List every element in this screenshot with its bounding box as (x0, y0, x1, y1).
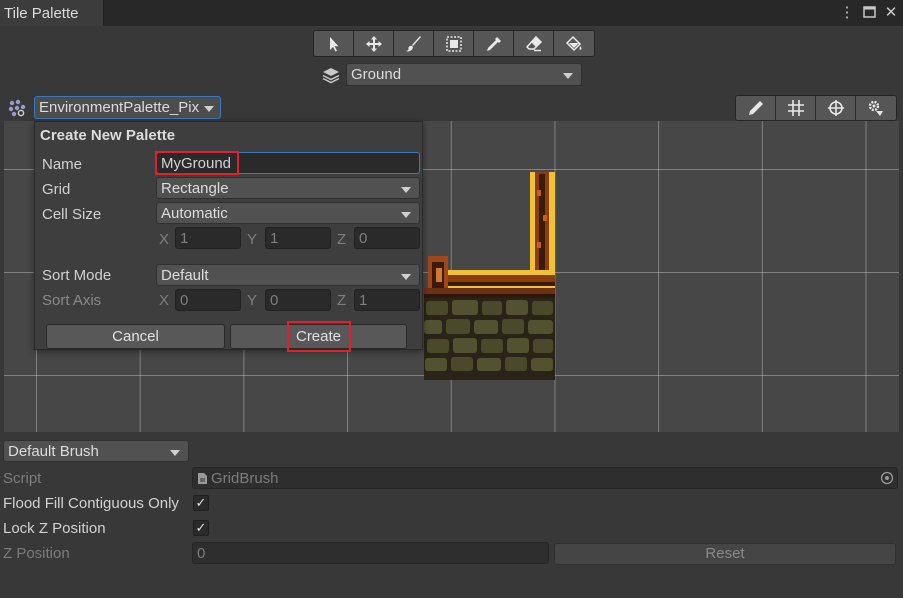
sort-x-field: 0 (175, 289, 241, 311)
palette-value: EnvironmentPalette_Pix (39, 99, 200, 116)
sort-mode-value: Default (161, 267, 209, 284)
cell-y-value: 1 (270, 230, 279, 247)
reset-button[interactable]: Reset (554, 543, 896, 565)
sort-mode-label: Sort Mode (42, 267, 112, 284)
grid-label: Grid (42, 181, 71, 198)
active-tilemap-dropdown[interactable]: Ground (346, 63, 582, 86)
sort-z-field: 1 (354, 289, 420, 311)
brush-value: Default Brush (8, 443, 99, 460)
name-label: Name (42, 156, 83, 173)
script-field[interactable]: GridBrush (192, 467, 898, 489)
settings-icon[interactable] (856, 96, 896, 120)
name-highlight (155, 151, 239, 175)
cell-z-field: 0 (354, 227, 420, 249)
active-tilemap-value: Ground (351, 66, 402, 83)
cell-x-field: 1 (175, 227, 241, 249)
eraser-icon[interactable] (514, 31, 554, 56)
chevron-down-icon (401, 212, 411, 218)
script-label: Script (3, 470, 42, 487)
sort-mode-dropdown[interactable]: Default (156, 264, 420, 286)
tab-title: Tile Palette (4, 5, 79, 22)
cell-size-dropdown[interactable]: Automatic (156, 202, 420, 224)
sort-axis-label: Sort Axis (42, 292, 102, 309)
move-tool-icon[interactable] (354, 31, 394, 56)
chevron-down-icon (170, 450, 180, 456)
cancel-button[interactable]: Cancel (46, 324, 225, 349)
cell-x-axis-label: X (159, 231, 170, 248)
flood-fill-label: Flood Fill Contiguous Only (3, 495, 179, 512)
sort-x-axis-label: X (159, 292, 170, 309)
script-file-icon (197, 472, 208, 489)
close-icon[interactable]: ✕ (883, 3, 899, 21)
z-position-value: 0 (197, 545, 206, 562)
create-highlight (287, 321, 351, 352)
object-picker-icon[interactable] (880, 471, 894, 489)
chevron-down-icon (401, 274, 411, 280)
title-bar: Tile Palette ⋮ ✕ (0, 0, 903, 26)
more-icon[interactable]: ⋮ (839, 3, 855, 21)
sort-z-value: 1 (359, 292, 368, 309)
tilemap-layer-icon (322, 66, 340, 84)
brush-inspector: Default Brush Script GridBrush Flood Fil… (0, 432, 903, 598)
tool-strip (313, 30, 595, 57)
select-tool-icon[interactable] (314, 31, 354, 56)
lock-z-label: Lock Z Position (3, 520, 106, 537)
palette-edit-tools (735, 95, 897, 121)
sort-x-value: 0 (180, 292, 189, 309)
picker-icon[interactable] (474, 31, 514, 56)
brush-dropdown[interactable]: Default Brush (3, 440, 189, 462)
window-controls: ⋮ ✕ (839, 3, 899, 21)
chevron-down-icon (401, 187, 411, 193)
grid-value: Rectangle (161, 180, 229, 197)
grid-dropdown[interactable]: Rectangle (156, 177, 420, 199)
cell-z-value: 0 (359, 230, 368, 247)
z-position-field: 0 (192, 542, 549, 564)
tile-artwork (422, 170, 557, 380)
maximize-icon[interactable] (861, 3, 877, 21)
flood-fill-checkbox[interactable]: ✓ (193, 495, 209, 511)
grid-icon[interactable] (776, 96, 816, 120)
gizmo-icon[interactable] (816, 96, 856, 120)
popup-title: Create New Palette (40, 127, 176, 144)
palette-icon (7, 98, 27, 118)
script-value: GridBrush (211, 470, 279, 487)
cell-y-field: 1 (265, 227, 331, 249)
paint-brush-icon[interactable] (394, 31, 434, 56)
chevron-down-icon (563, 73, 573, 79)
flood-fill-icon[interactable] (554, 31, 594, 56)
tile-palette-tab[interactable]: Tile Palette (0, 0, 104, 26)
sort-y-value: 0 (270, 292, 279, 309)
create-palette-popup: Create New Palette Name MyGround Grid Re… (34, 121, 423, 352)
cell-size-value: Automatic (161, 205, 228, 222)
edit-pencil-icon[interactable] (736, 96, 776, 120)
cell-z-axis-label: Z (337, 231, 347, 248)
sort-y-field: 0 (265, 289, 331, 311)
box-fill-icon[interactable] (434, 31, 474, 56)
lock-z-checkbox[interactable]: ✓ (193, 520, 209, 536)
sort-y-axis-label: Y (247, 292, 258, 309)
palette-dropdown[interactable]: EnvironmentPalette_Pix (34, 96, 221, 119)
chevron-down-icon (204, 106, 214, 112)
cell-x-value: 1 (180, 230, 189, 247)
cell-size-label: Cell Size (42, 206, 102, 223)
cell-y-axis-label: Y (247, 231, 258, 248)
z-position-label: Z Position (3, 545, 70, 562)
sort-z-axis-label: Z (337, 292, 347, 309)
